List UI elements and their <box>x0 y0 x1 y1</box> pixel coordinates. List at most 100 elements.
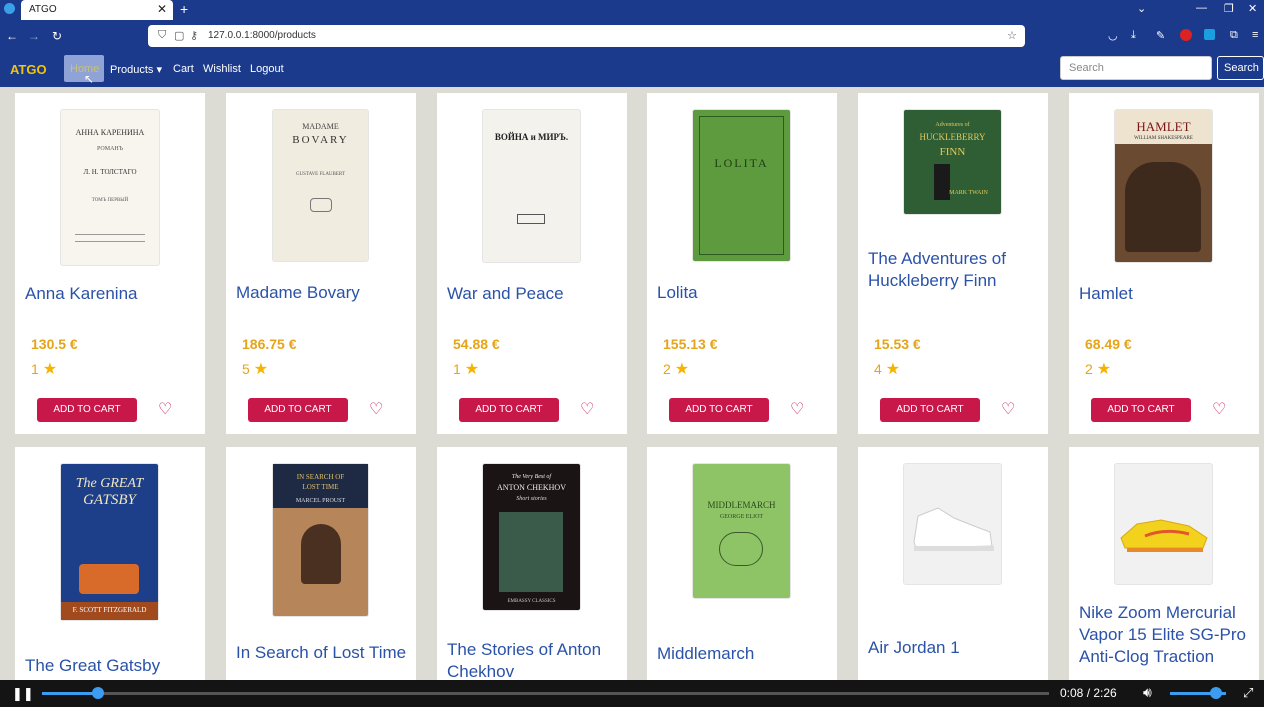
product-card-war-and-peace[interactable]: ВОЙНА и МИРЪ. War and Peace 54.88 € 1 ★ A… <box>437 93 627 434</box>
cover-text: Adventures of <box>935 122 970 128</box>
product-title[interactable]: Nike Zoom Mercurial Vapor 15 Elite SG-Pr… <box>1079 602 1254 668</box>
product-rating: 1 ★ <box>453 359 479 379</box>
forward-icon[interactable]: → <box>28 29 40 43</box>
pause-icon[interactable]: ❚❚ <box>12 686 34 702</box>
product-card-middlemarch[interactable]: MIDDLEMARCH GEORGE ELIOT Middlemarch <box>647 447 837 680</box>
nav-wishlist[interactable]: Wishlist <box>203 63 241 75</box>
extensions-puzzle-icon[interactable]: ⧉ <box>1230 29 1238 42</box>
product-card-stories-of-anton-chekhov[interactable]: The Very Best of ANTON CHEKHOV Short sto… <box>437 447 627 680</box>
tab-title: ATGO <box>29 4 57 15</box>
add-to-cart-button[interactable]: ADD TO CART <box>248 398 348 422</box>
volume-icon[interactable]: 🔊︎ <box>1143 684 1152 701</box>
cover-text: MARCEL PROUST <box>295 498 346 504</box>
star-icon: ★ <box>42 361 58 378</box>
product-image[interactable] <box>903 463 1002 585</box>
seek-bar[interactable] <box>42 687 1049 699</box>
product-image[interactable]: ВОЙНА и МИРЪ. <box>482 109 581 263</box>
product-card-anna-karenina[interactable]: АННА КАРЕНИНА РОМАНЪ Л. Н. ТОЛСТАГО ТОМЪ… <box>15 93 205 434</box>
product-image[interactable]: HAMLET WILLIAM SHAKESPEARE <box>1114 109 1213 263</box>
product-title[interactable]: Lolita <box>657 282 832 304</box>
new-tab-icon[interactable]: + <box>180 1 188 17</box>
ublock-icon[interactable] <box>1180 29 1192 41</box>
tab-list-icon[interactable]: ⌄ <box>1137 2 1146 15</box>
tools-icon[interactable]: ✎ <box>1156 29 1165 42</box>
product-image[interactable]: MIDDLEMARCH GEORGE ELIOT <box>692 463 791 599</box>
wishlist-heart-icon[interactable]: ♡ <box>1212 399 1226 419</box>
nav-logout[interactable]: Logout <box>250 63 284 75</box>
add-to-cart-button[interactable]: ADD TO CART <box>669 398 769 422</box>
cover-text: HUCKLEBERRY <box>919 132 986 142</box>
product-title[interactable]: Anna Karenina <box>25 283 200 305</box>
nav-products-dropdown[interactable]: Products ▾ <box>110 63 162 76</box>
star-icon: ★ <box>253 361 269 378</box>
reload-icon[interactable]: ↻ <box>52 29 62 43</box>
cover-text: GEORGE ELIOT <box>719 514 764 520</box>
download-icon[interactable]: ⤓ <box>1131 29 1136 42</box>
seek-handle[interactable] <box>92 687 105 699</box>
star-icon: ★ <box>885 361 901 378</box>
cover-text: GUSTAVE FLAUBERT <box>295 172 346 177</box>
product-card-nike-zoom-mercurial[interactable]: Nike Zoom Mercurial Vapor 15 Elite SG-Pr… <box>1069 447 1259 680</box>
browser-tab[interactable]: ATGO ✕ <box>21 0 173 20</box>
maximize-icon[interactable]: ❐ <box>1224 2 1234 15</box>
address-bar[interactable]: ⛉ ▢ ⚷ 127.0.0.1:8000/products ☆ <box>148 25 1025 47</box>
product-card-great-gatsby[interactable]: The GREAT GATSBY F. SCOTT FITZGERALD The… <box>15 447 205 680</box>
fullscreen-icon[interactable]: ⤢ <box>1243 685 1253 701</box>
product-image[interactable] <box>1114 463 1213 585</box>
product-image[interactable]: LOLITA <box>692 109 791 262</box>
pocket-icon[interactable]: ◡ <box>1108 29 1118 42</box>
add-to-cart-button[interactable]: ADD TO CART <box>880 398 980 422</box>
cover-text: GATSBY <box>83 492 136 508</box>
page-info-icon[interactable]: ▢ <box>174 29 184 42</box>
volume-slider[interactable] <box>1170 687 1226 699</box>
product-card-hamlet[interactable]: HAMLET WILLIAM SHAKESPEARE Hamlet 68.49 … <box>1069 93 1259 434</box>
product-title[interactable]: Hamlet <box>1079 283 1254 305</box>
wishlist-heart-icon[interactable]: ♡ <box>790 399 804 419</box>
product-image[interactable]: MADAME BOVARY GUSTAVE FLAUBERT <box>272 109 369 262</box>
product-card-madame-bovary[interactable]: MADAME BOVARY GUSTAVE FLAUBERT Madame Bo… <box>226 93 416 434</box>
cover-text: IN SEARCH OF <box>296 473 345 481</box>
product-image[interactable]: The GREAT GATSBY F. SCOTT FITZGERALD <box>60 463 159 621</box>
cover-text: HAMLET <box>1136 119 1191 134</box>
cover-text: MADAME <box>302 122 339 131</box>
product-image[interactable]: АННА КАРЕНИНА РОМАНЪ Л. Н. ТОЛСТАГО ТОМЪ… <box>60 109 160 266</box>
menu-icon[interactable]: ≡ <box>1252 29 1258 41</box>
add-to-cart-button[interactable]: ADD TO CART <box>37 398 137 422</box>
cover-text: РОМАНЪ <box>97 146 123 152</box>
product-title[interactable]: The Stories of Anton Chekhov <box>447 639 622 680</box>
product-title[interactable]: In Search of Lost Time <box>236 642 411 664</box>
extension-icon[interactable] <box>1204 29 1215 40</box>
tab-close-icon[interactable]: ✕ <box>157 2 167 16</box>
product-title[interactable]: The Great Gatsby <box>25 655 200 677</box>
product-image[interactable]: IN SEARCH OF LOST TIME MARCEL PROUST <box>272 463 369 617</box>
product-price: 68.49 € <box>1085 336 1132 352</box>
product-title[interactable]: Madame Bovary <box>236 282 411 304</box>
product-card-huckleberry-finn[interactable]: Adventures of HUCKLEBERRY FINN MARK TWAI… <box>858 93 1048 434</box>
product-title[interactable]: The Adventures of Huckleberry Finn <box>868 248 1043 292</box>
nav-cart[interactable]: Cart <box>173 63 194 75</box>
product-image[interactable]: The Very Best of ANTON CHEKHOV Short sto… <box>482 463 581 611</box>
close-window-icon[interactable]: ✕ <box>1248 2 1257 15</box>
back-icon[interactable]: ← <box>6 29 18 43</box>
search-input[interactable]: Search <box>1060 56 1212 80</box>
add-to-cart-button[interactable]: ADD TO CART <box>1091 398 1191 422</box>
minimize-icon[interactable]: — <box>1196 2 1207 14</box>
wishlist-heart-icon[interactable]: ♡ <box>158 399 172 419</box>
product-image[interactable]: Adventures of HUCKLEBERRY FINN MARK TWAI… <box>903 109 1002 215</box>
bookmark-star-icon[interactable]: ☆ <box>1007 29 1017 42</box>
navigation-row: ← → ↻ ⛉ ▢ ⚷ 127.0.0.1:8000/products ☆ ◡ … <box>0 23 1264 49</box>
volume-handle[interactable] <box>1209 687 1222 699</box>
wishlist-heart-icon[interactable]: ♡ <box>369 399 383 419</box>
product-card-lolita[interactable]: LOLITA Lolita 155.13 € 2 ★ ADD TO CART ♡ <box>647 93 837 434</box>
wishlist-heart-icon[interactable]: ♡ <box>580 399 594 419</box>
add-to-cart-button[interactable]: ADD TO CART <box>459 398 559 422</box>
product-title[interactable]: War and Peace <box>447 283 622 305</box>
product-price: 15.53 € <box>874 336 921 352</box>
wishlist-heart-icon[interactable]: ♡ <box>1001 399 1015 419</box>
brand-logo[interactable]: ATGO <box>10 62 47 77</box>
product-card-air-jordan-1[interactable]: Air Jordan 1 <box>858 447 1048 680</box>
product-title[interactable]: Middlemarch <box>657 643 832 665</box>
product-card-in-search-of-lost-time[interactable]: IN SEARCH OF LOST TIME MARCEL PROUST In … <box>226 447 416 680</box>
search-button[interactable]: Search <box>1217 56 1264 80</box>
product-title[interactable]: Air Jordan 1 <box>868 637 1043 659</box>
